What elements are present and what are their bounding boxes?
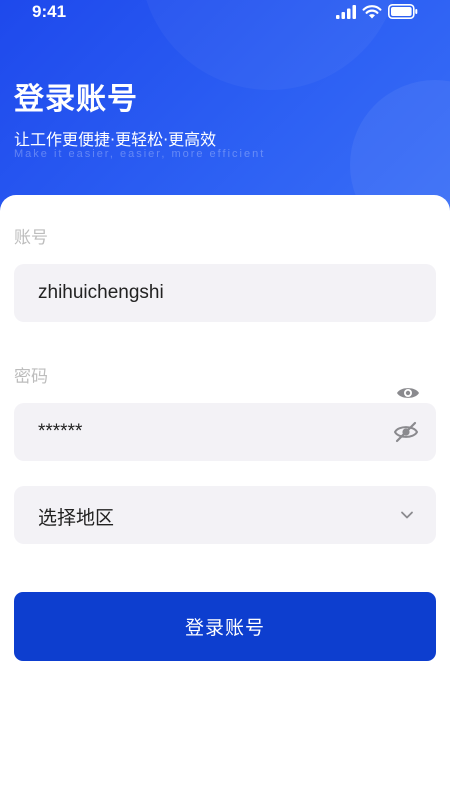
page-title: 登录账号 bbox=[14, 82, 138, 117]
password-input[interactable] bbox=[38, 403, 378, 461]
region-select[interactable]: 选择地区 bbox=[14, 486, 436, 544]
login-card: 账号 密码 选择地区 登录账号 bbox=[0, 195, 450, 800]
account-input[interactable] bbox=[38, 264, 378, 322]
password-field[interactable] bbox=[14, 403, 436, 461]
chevron-down-icon bbox=[401, 511, 413, 519]
battery-icon bbox=[388, 4, 418, 19]
status-icons bbox=[336, 4, 418, 19]
signal-icon bbox=[336, 4, 356, 19]
wifi-icon bbox=[362, 4, 382, 18]
account-label: 账号 bbox=[14, 228, 48, 248]
login-button[interactable]: 登录账号 bbox=[14, 592, 436, 661]
status-bar: 9:41 bbox=[0, 0, 450, 26]
account-field[interactable] bbox=[14, 264, 436, 322]
status-time: 9:41 bbox=[32, 2, 67, 21]
password-label: 密码 bbox=[14, 367, 48, 387]
region-select-text: 选择地区 bbox=[38, 507, 115, 529]
page-subtitle-english: Make it easier, easier, more efficient bbox=[14, 148, 266, 160]
eye-off-icon[interactable] bbox=[394, 421, 418, 443]
page-subtitle: 让工作更便捷·更轻松·更高效 bbox=[14, 130, 217, 149]
eye-icon[interactable] bbox=[396, 383, 420, 403]
